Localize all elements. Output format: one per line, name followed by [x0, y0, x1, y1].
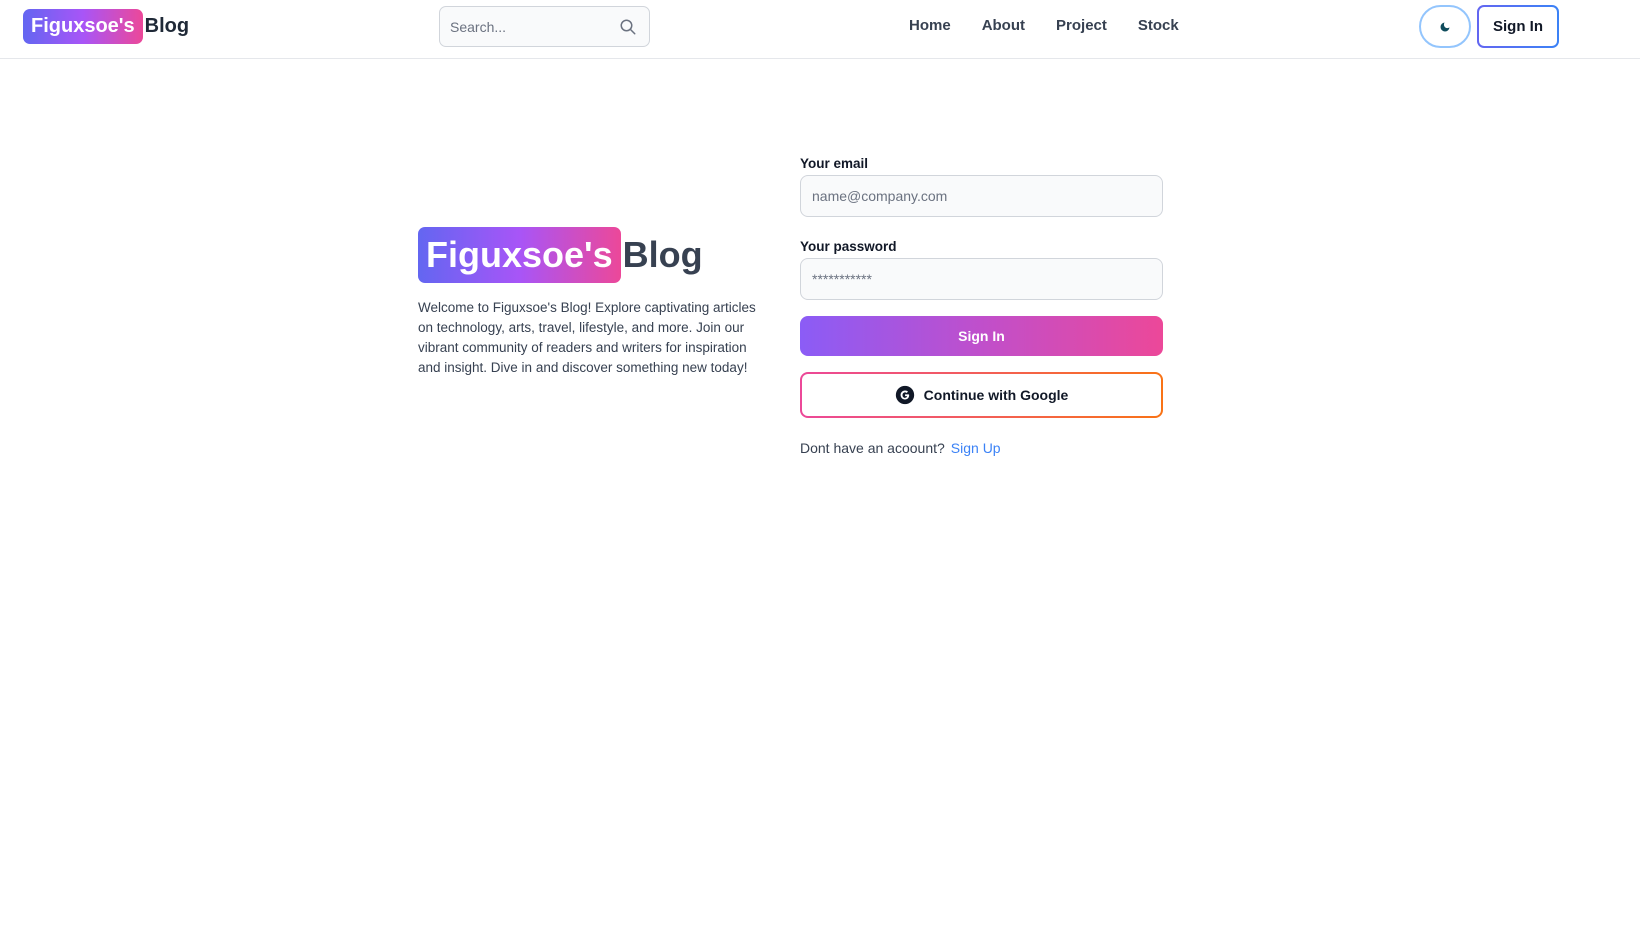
hero-title-badge: Figuxsoe's: [418, 227, 621, 283]
hero-title-text: Blog: [622, 234, 703, 275]
sign-in-button[interactable]: Sign In: [800, 316, 1163, 356]
main-nav: Home About Project Stock: [909, 17, 1210, 34]
signup-prompt: Dont have an acoount? Sign Up: [800, 440, 1163, 456]
google-button-label: Continue with Google: [923, 387, 1069, 403]
password-field[interactable]: [812, 271, 1151, 287]
search-box: [439, 6, 650, 47]
moon-icon: [1440, 22, 1450, 31]
no-account-text: Dont have an acoount?: [800, 440, 945, 456]
logo-text: Blog: [144, 15, 190, 37]
site-logo[interactable]: Figuxsoe's Blog: [23, 9, 189, 44]
continue-with-google-button[interactable]: Continue with Google: [800, 372, 1163, 418]
sign-in-form: Your email Your password Sign In Continu…: [800, 156, 1163, 456]
logo-badge: Figuxsoe's: [23, 9, 143, 44]
email-label: Your email: [800, 156, 869, 171]
email-field[interactable]: [812, 188, 1151, 204]
navbar: Figuxsoe's Blog Home About Project Stock…: [0, 0, 1640, 59]
theme-toggle-button[interactable]: [1419, 5, 1471, 48]
hero-title: Figuxsoe's Blog: [418, 227, 768, 283]
password-field-wrapper: [800, 258, 1163, 300]
google-icon: [895, 385, 914, 405]
hero-description: Welcome to Figuxsoe's Blog! Explore capt…: [418, 300, 756, 375]
password-label: Your password: [800, 239, 897, 254]
search-input[interactable]: [450, 18, 610, 35]
sign-up-link[interactable]: Sign Up: [951, 440, 1001, 456]
nav-home[interactable]: Home: [909, 17, 951, 34]
nav-about[interactable]: About: [982, 17, 1025, 34]
nav-project[interactable]: Project: [1056, 17, 1107, 34]
search-icon[interactable]: [619, 18, 637, 36]
nav-stock[interactable]: Stock: [1138, 17, 1179, 34]
hero-section: Figuxsoe's Blog Welcome to Figuxsoe's Bl…: [418, 227, 768, 378]
email-field-wrapper: [800, 175, 1163, 217]
header-sign-in-button[interactable]: Sign In: [1477, 5, 1559, 48]
